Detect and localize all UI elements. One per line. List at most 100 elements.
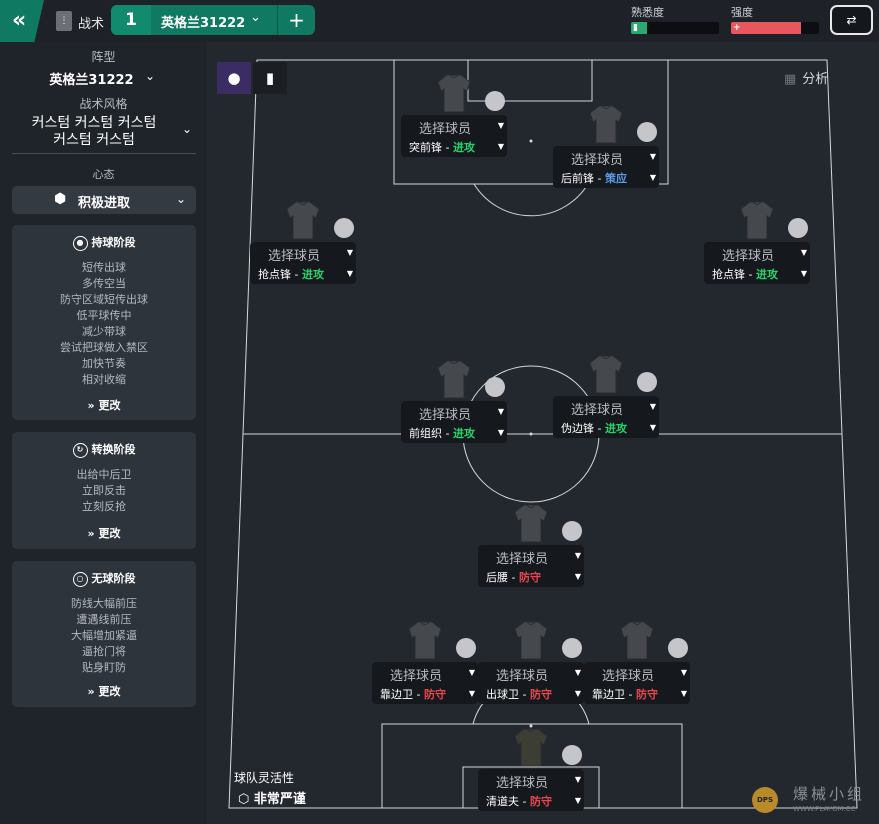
- player-select-box[interactable]: 选择球员 ▼ 后腰 - 防守 ▼: [478, 545, 584, 587]
- player-select-box[interactable]: 选择球员 ▼ 靠边卫 - 防守 ▼: [584, 662, 690, 704]
- caret-down-icon[interactable]: ▼: [498, 407, 504, 416]
- mentality-select[interactable]: ⬢ 积极进取 ⌄: [12, 186, 196, 214]
- familiarity-meter[interactable]: ▮: [631, 22, 719, 34]
- player-status-icon[interactable]: [637, 122, 657, 142]
- player-select-box[interactable]: 选择球员 ▼ 抢点锋 - 进攻 ▼: [250, 242, 356, 284]
- select-player-label[interactable]: 选择球员: [250, 245, 338, 264]
- chevron-down-icon[interactable]: ⌄: [145, 69, 155, 83]
- caret-down-icon[interactable]: ▼: [650, 423, 656, 432]
- formation-select[interactable]: 英格兰31222: [0, 69, 195, 88]
- select-player-label[interactable]: 选择球员: [553, 149, 641, 168]
- intensity-meter[interactable]: +: [731, 22, 819, 34]
- style-line[interactable]: 커스텀 커스텀: [26, 129, 162, 149]
- caret-down-icon[interactable]: ▼: [575, 775, 581, 784]
- add-tactic-button[interactable]: +: [278, 5, 315, 35]
- tactic-name[interactable]: 英格兰31222: [161, 12, 245, 31]
- role-duty[interactable]: 后前锋 - 策应: [561, 170, 627, 186]
- player-status-icon[interactable]: [485, 91, 505, 111]
- caret-down-icon[interactable]: ▼: [498, 121, 504, 130]
- transition-title: ↻ 转换阶段: [12, 441, 196, 458]
- player-select-box[interactable]: 选择球员 ▼ 靠边卫 - 防守 ▼: [372, 662, 478, 704]
- list-item: 立即反击: [82, 484, 126, 497]
- role-duty[interactable]: 靠边卫 - 防守: [592, 686, 658, 702]
- list-item: 遭遇线前压: [76, 613, 132, 626]
- tactic-slot-number[interactable]: 1: [111, 5, 151, 35]
- change-button[interactable]: » 更改: [12, 525, 196, 541]
- divider: [12, 153, 196, 154]
- select-player-label[interactable]: 选择球员: [372, 665, 460, 684]
- card-title: 转换阶段: [91, 443, 136, 456]
- caret-down-icon[interactable]: ▼: [801, 248, 807, 257]
- select-player-label[interactable]: 选择球员: [478, 772, 566, 791]
- caret-down-icon[interactable]: ▼: [681, 668, 687, 677]
- player-select-box[interactable]: 选择球员 ▼ 前组织 - 进攻 ▼: [401, 401, 507, 443]
- role-duty[interactable]: 前组织 - 进攻: [409, 425, 475, 441]
- caret-down-icon[interactable]: ▼: [498, 428, 504, 437]
- person-view-icon[interactable]: ●: [217, 62, 251, 94]
- grid-icon: ▦: [784, 72, 797, 87]
- caret-down-icon[interactable]: ▼: [650, 402, 656, 411]
- caret-down-icon[interactable]: ▼: [650, 152, 656, 161]
- caret-down-icon[interactable]: ▼: [575, 572, 581, 581]
- player-select-box[interactable]: 选择球员 ▼ 抢点锋 - 进攻 ▼: [704, 242, 810, 284]
- select-player-label[interactable]: 选择球员: [401, 404, 489, 423]
- role-duty[interactable]: 突前锋 - 进攻: [409, 139, 475, 155]
- swap-icon[interactable]: ⇄: [830, 5, 873, 35]
- caret-down-icon[interactable]: ▼: [347, 269, 353, 278]
- player-status-icon[interactable]: [485, 377, 505, 397]
- familiarity-label: 熟悉度: [631, 6, 664, 19]
- caret-down-icon[interactable]: ▼: [681, 689, 687, 698]
- player-status-icon[interactable]: [668, 638, 688, 658]
- caret-down-icon[interactable]: ▼: [801, 269, 807, 278]
- select-player-label[interactable]: 选择球员: [401, 118, 489, 137]
- change-button[interactable]: » 更改: [12, 683, 196, 699]
- list-item: 多传空当: [82, 277, 126, 290]
- tactic-tab[interactable]: 1 英格兰31222 ⌄ +: [111, 5, 315, 35]
- duty-label: 进攻: [755, 268, 778, 281]
- role-name: 靠边卫: [380, 688, 413, 701]
- role-duty[interactable]: 抢点锋 - 进攻: [712, 266, 778, 282]
- formation-label: 阵型: [91, 50, 116, 64]
- player-status-icon[interactable]: [788, 218, 808, 238]
- caret-down-icon[interactable]: ▼: [469, 668, 475, 677]
- player-status-icon[interactable]: [562, 638, 582, 658]
- bar-chart-icon[interactable]: ▮: [253, 62, 287, 94]
- change-button[interactable]: » 更改: [12, 397, 196, 413]
- caret-down-icon[interactable]: ▼: [650, 173, 656, 182]
- role-duty[interactable]: 出球卫 - 防守: [486, 686, 552, 702]
- role-duty[interactable]: 靠边卫 - 防守: [380, 686, 446, 702]
- select-player-label[interactable]: 选择球员: [478, 548, 566, 567]
- caret-down-icon[interactable]: ▼: [498, 142, 504, 151]
- chevron-down-icon[interactable]: ⌄: [182, 122, 192, 136]
- intensity-fill: [731, 22, 802, 34]
- select-player-label[interactable]: 选择球员: [553, 399, 641, 418]
- select-player-label[interactable]: 选择球员: [478, 665, 566, 684]
- role-duty[interactable]: 后腰 - 防守: [486, 569, 541, 585]
- caret-down-icon[interactable]: ▼: [469, 689, 475, 698]
- caret-down-icon[interactable]: ▼: [347, 248, 353, 257]
- shirt-icon: [620, 621, 654, 660]
- player-select-box[interactable]: 选择球员 ▼ 后前锋 - 策应 ▼: [553, 146, 659, 188]
- role-duty[interactable]: 伪边锋 - 进攻: [561, 420, 627, 436]
- caret-down-icon[interactable]: ▼: [575, 796, 581, 805]
- player-status-icon[interactable]: [456, 638, 476, 658]
- role-duty[interactable]: 清道夫 - 防守: [486, 793, 552, 809]
- player-select-box[interactable]: 选择球员 ▼ 清道夫 - 防守 ▼: [478, 769, 584, 811]
- player-select-box[interactable]: 选择球员 ▼ 伪边锋 - 进攻 ▼: [553, 396, 659, 438]
- player-status-icon[interactable]: [637, 372, 657, 392]
- analysis-button[interactable]: ▦ 分析: [784, 68, 828, 87]
- player-status-icon[interactable]: [334, 218, 354, 238]
- player-select-box[interactable]: 选择球员 ▼ 出球卫 - 防守 ▼: [478, 662, 584, 704]
- select-player-label[interactable]: 选择球员: [704, 245, 792, 264]
- caret-down-icon[interactable]: ▼: [575, 668, 581, 677]
- chevron-down-icon[interactable]: ⌄: [250, 10, 261, 25]
- collapse-icon[interactable]: «: [0, 0, 44, 42]
- duty-label: 防守: [423, 688, 446, 701]
- player-status-icon[interactable]: [562, 745, 582, 765]
- role-duty[interactable]: 抢点锋 - 进攻: [258, 266, 324, 282]
- select-player-label[interactable]: 选择球员: [584, 665, 672, 684]
- caret-down-icon[interactable]: ▼: [575, 551, 581, 560]
- caret-down-icon[interactable]: ▼: [575, 689, 581, 698]
- player-status-icon[interactable]: [562, 521, 582, 541]
- player-select-box[interactable]: 选择球员 ▼ 突前锋 - 进攻 ▼: [401, 115, 507, 157]
